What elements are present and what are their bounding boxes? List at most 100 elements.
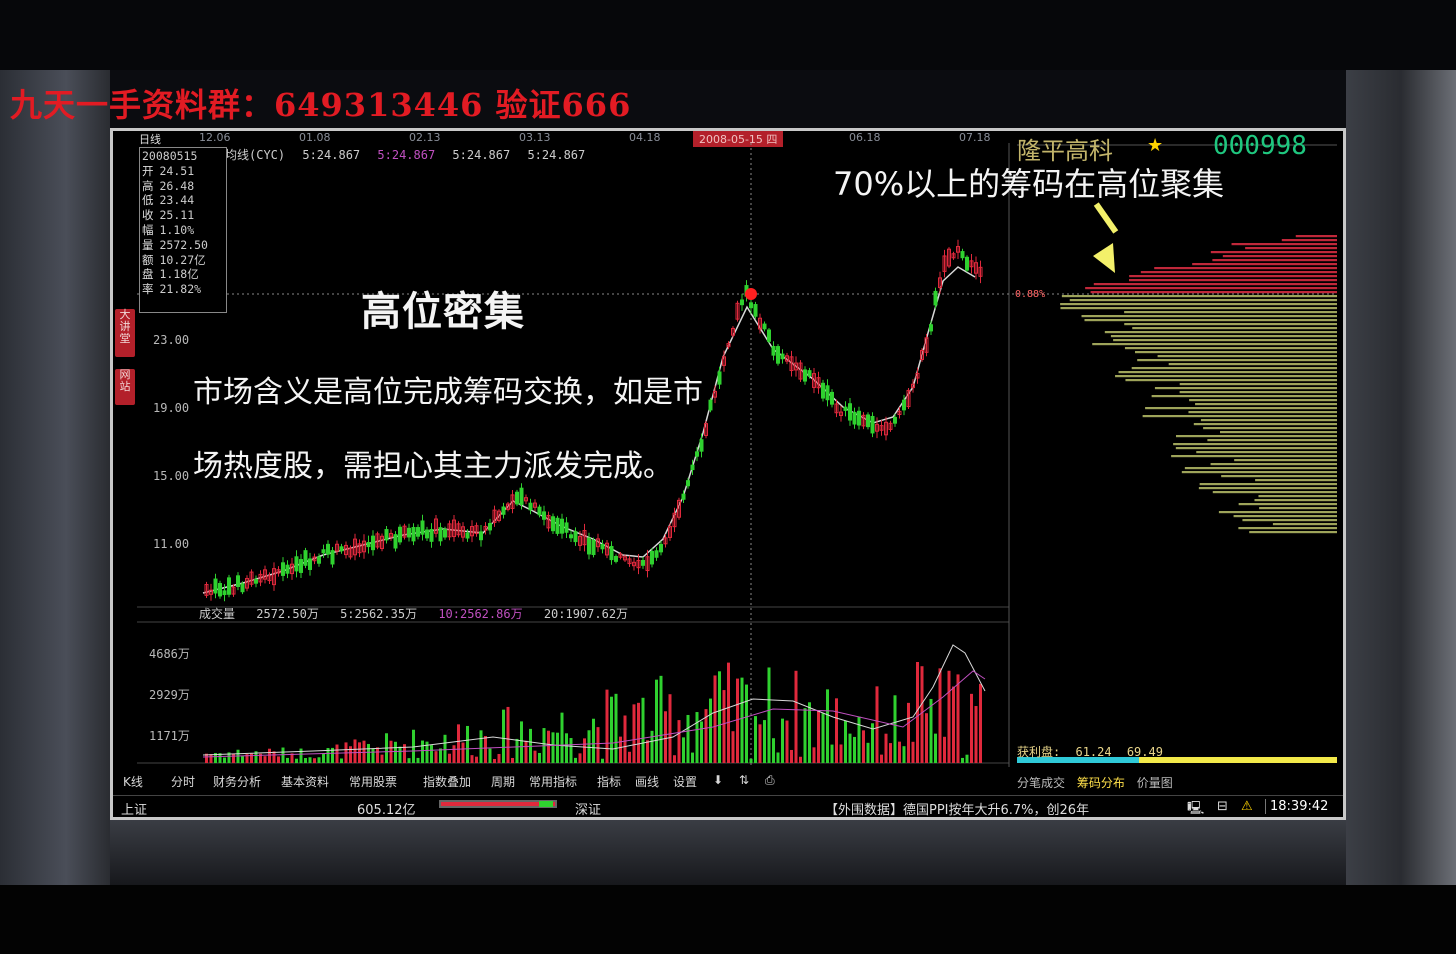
- volume-bar: [461, 742, 465, 763]
- chip-panel-tabs: 分笔成交 筹码分布 价量图: [1017, 774, 1181, 791]
- favorite-star-icon[interactable]: ★: [1147, 135, 1163, 156]
- tab-trades[interactable]: 分笔成交: [1017, 776, 1065, 790]
- candle-body: [749, 302, 753, 309]
- chip-bar: [1238, 503, 1337, 506]
- tab-price-volume[interactable]: 价量图: [1137, 776, 1173, 790]
- toolbar-indicator[interactable]: 指标: [597, 773, 621, 790]
- chip-bar: [1124, 311, 1337, 314]
- tab-chip-distribution[interactable]: 筹码分布: [1077, 776, 1125, 790]
- arrow-down-icon[interactable]: ⬇: [713, 773, 723, 787]
- toolbar-basic-info[interactable]: 基本资料: [281, 773, 329, 790]
- volume-bar: [448, 753, 451, 763]
- volume-bar: [677, 720, 681, 763]
- chip-bar: [1218, 511, 1337, 514]
- info-label: 盘: [142, 267, 154, 282]
- toolbar-kline[interactable]: K线: [123, 773, 143, 790]
- volume-bar: [439, 748, 442, 763]
- candle-body: [222, 590, 227, 596]
- overlay-title: 高位密集: [361, 289, 525, 335]
- volume-bar: [592, 718, 595, 763]
- chip-bar: [1193, 423, 1337, 426]
- info-value: 23.44: [159, 193, 195, 208]
- volume-bar: [781, 718, 784, 763]
- candle-body: [573, 531, 578, 543]
- print-icon[interactable]: ⎙: [765, 773, 775, 788]
- chat-icon[interactable]: ⊟: [1217, 799, 1228, 814]
- chip-bar: [1175, 447, 1337, 450]
- chip-bar: [1199, 483, 1337, 486]
- warning-icon[interactable]: ⚠: [1241, 799, 1253, 814]
- info-value: 24.51: [159, 163, 195, 178]
- volume-bar: [223, 757, 226, 763]
- volume-bar: [826, 689, 829, 763]
- volume-bar: [349, 746, 352, 763]
- candle-body: [371, 535, 375, 551]
- video-bottom-border: [0, 885, 1456, 954]
- chip-bar: [1179, 391, 1337, 394]
- updown-icon[interactable]: ⇅: [739, 773, 749, 787]
- chip-bar: [1221, 475, 1337, 478]
- volume-bar: [763, 720, 766, 763]
- sh-index-label[interactable]: 上证: [121, 799, 147, 817]
- volume-bar: [889, 743, 892, 763]
- chip-bar: [1134, 351, 1337, 354]
- toolbar-intraday[interactable]: 分时: [171, 773, 195, 790]
- candle-body: [686, 480, 690, 487]
- volume-bar: [731, 731, 735, 763]
- profit-label: 获利盘:: [1017, 745, 1061, 759]
- volume-bar: [628, 751, 631, 763]
- candle-body: [708, 399, 713, 411]
- chip-bar: [1132, 327, 1337, 330]
- chip-bar: [1157, 355, 1337, 358]
- chip-distribution: [1060, 235, 1337, 534]
- toolbar-period[interactable]: 周期: [491, 773, 515, 790]
- computer-icon[interactable]: 🖳: [1187, 799, 1204, 817]
- volume-bar: [353, 739, 357, 763]
- toolbar-settings[interactable]: 设置: [673, 773, 697, 790]
- volume-bar: [583, 738, 586, 763]
- info-label: 额: [142, 252, 154, 267]
- chip-bar: [1198, 487, 1337, 490]
- volume-bar: [862, 730, 865, 763]
- chip-bar: [1142, 415, 1337, 418]
- side-tab-website[interactable]: 网站: [115, 369, 135, 405]
- info-label: 低: [142, 193, 154, 208]
- side-tab-lecture[interactable]: 大讲堂: [115, 309, 135, 357]
- chip-bar: [1212, 259, 1337, 262]
- volume-bar: [974, 706, 978, 763]
- candle-body: [681, 493, 686, 500]
- chip-bar: [1258, 495, 1337, 498]
- volume-bar: [799, 756, 802, 763]
- volume-bar: [758, 724, 762, 763]
- profit-value: 61.24: [1075, 745, 1112, 759]
- volume-bar: [695, 712, 699, 763]
- volume-bar: [655, 679, 658, 763]
- candle-body: [425, 529, 429, 539]
- chip-bar: [1085, 287, 1337, 290]
- toolbar-common-indicators[interactable]: 常用指标: [529, 773, 577, 790]
- candle-body: [542, 511, 546, 520]
- chip-bar: [1173, 443, 1337, 446]
- candle-body: [537, 506, 542, 516]
- volume-bar: [322, 753, 325, 763]
- profit-value: 69.49: [1126, 745, 1163, 759]
- toolbar-financial[interactable]: 财务分析: [213, 773, 261, 790]
- volume-bar: [785, 720, 789, 763]
- volume-bar: [776, 752, 780, 763]
- volume-bar: [907, 702, 910, 763]
- toolbar-common-stocks[interactable]: 常用股票: [349, 773, 397, 790]
- volume-bar: [803, 708, 807, 763]
- chip-bar: [1192, 263, 1337, 266]
- volume-bar: [938, 668, 942, 763]
- candle-body: [479, 531, 483, 541]
- chip-bar: [1175, 435, 1337, 438]
- candle-body: [753, 304, 758, 317]
- overlay-description-line1: 市场含义是高位完成筹码交换，如是市: [193, 375, 703, 410]
- toolbar-draw[interactable]: 画线: [635, 773, 659, 790]
- candle-body: [866, 414, 870, 428]
- sz-index-label[interactable]: 深证: [575, 799, 601, 817]
- news-ticker[interactable]: 【外围数据】德国PPI按年大升6.7%，创26年: [825, 799, 1089, 817]
- volume-bar: [952, 686, 955, 763]
- chip-bar: [1092, 343, 1337, 346]
- toolbar-index-overlay[interactable]: 指数叠加: [423, 773, 471, 790]
